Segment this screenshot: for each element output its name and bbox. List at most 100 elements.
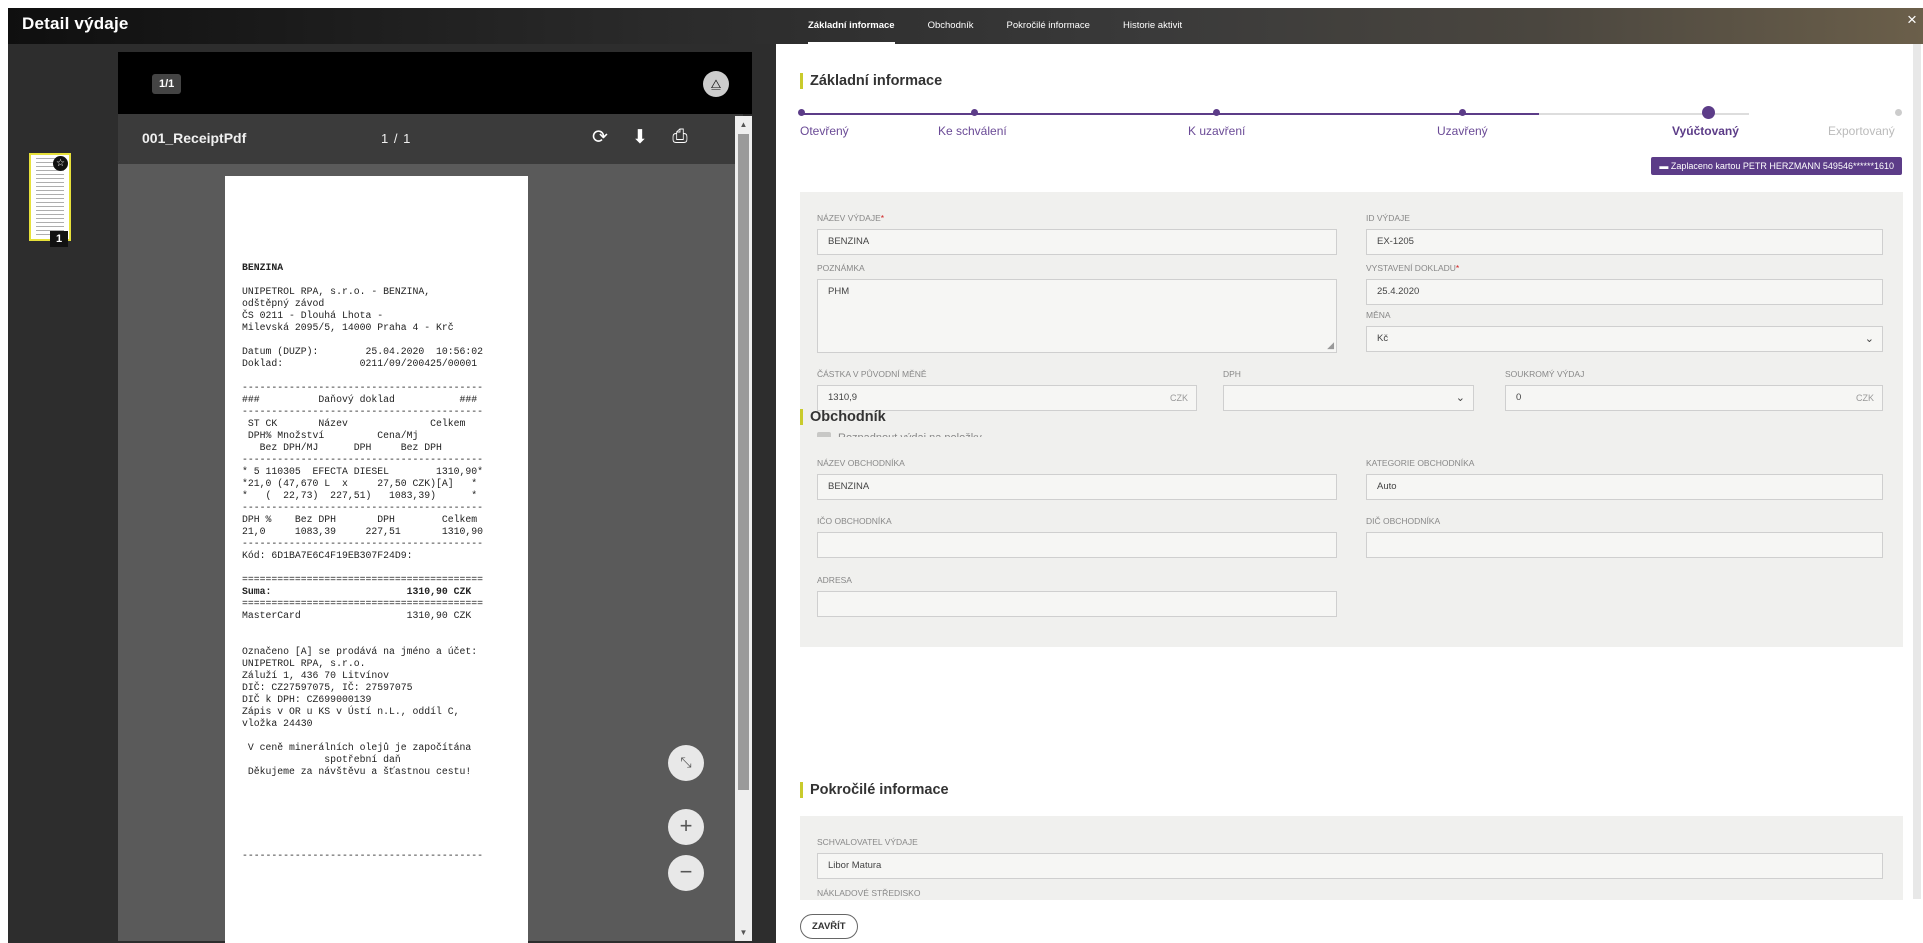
tab-bar: Základní informace Obchodník Pokročilé i… xyxy=(808,8,1215,44)
tab-advanced-info[interactable]: Pokročilé informace xyxy=(1007,8,1090,44)
merchant-name-input[interactable]: BENZINA xyxy=(817,474,1337,500)
receipt-line: ----------------------------------------… xyxy=(242,382,484,393)
receipt-page: BENZINA UNIPETROL RPA, s.r.o. - BENZINA,… xyxy=(225,176,528,943)
currency-select[interactable]: Kč ⌄ xyxy=(1366,326,1883,352)
expense-name-label-text: NÁZEV VÝDAJE xyxy=(817,213,881,223)
currency-label: MĚNA xyxy=(1366,310,1391,320)
merchant-dic-label: DIČ OBCHODNÍKA xyxy=(1366,516,1441,526)
receipt-line: *21,0 (47,670 L x 27,50 CZK)[A] * xyxy=(242,478,478,489)
receipt-line xyxy=(242,802,483,814)
pdf-toolbar: 001_ReceiptPdf 1 / 1 ⟳ ⬇ ⎙ xyxy=(118,114,743,164)
tab-activity-history[interactable]: Historie aktivit xyxy=(1123,8,1182,44)
receipt-line xyxy=(242,634,483,646)
receipt-line: Bez DPH/MJ DPH Bez DPH xyxy=(242,442,442,453)
amount-currency-suffix: CZK xyxy=(1170,393,1188,403)
private-expense-label: SOUKROMÝ VÝDAJ xyxy=(1505,369,1585,379)
receipt-line xyxy=(242,838,483,850)
merchant-panel: NÁZEV OBCHODNÍKA BENZINA KATEGORIE OBCHO… xyxy=(800,437,1903,647)
receipt-line: Suma: 1310,90 CZK xyxy=(242,586,472,597)
issue-date-input[interactable]: 25.4.2020 xyxy=(1366,279,1883,305)
receipt-line: spotřební daň xyxy=(242,754,401,765)
receipt-line: Milevská 2095/5, 14000 Praha 4 - Krč xyxy=(242,322,454,333)
receipt-line: DPH % Bez DPH DPH Celkem xyxy=(242,514,478,525)
print-icon[interactable]: ⎙ xyxy=(669,126,691,148)
scroll-down-icon[interactable]: ▼ xyxy=(735,928,752,937)
pdf-file-name: 001_ReceiptPdf xyxy=(142,130,247,146)
private-currency-suffix: CZK xyxy=(1856,393,1874,403)
fit-page-icon[interactable]: ⤡ xyxy=(668,745,704,781)
receipt-line: ----------------------------------------… xyxy=(242,538,484,549)
star-icon[interactable]: ☆ xyxy=(53,156,68,171)
vat-select[interactable]: ⌄ xyxy=(1223,385,1474,411)
receipt-line: DIČ: CZ27597075, IČ: 27597075 xyxy=(242,682,413,693)
amount-value: 1310,9 xyxy=(828,392,858,403)
receipt-line: ST CK Název Celkem xyxy=(242,418,466,429)
receipt-line: * ( 22,73) 227,51) 1083,39) * xyxy=(242,490,478,501)
receipt-line: Datum (DUZP): 25.04.2020 10:56:02 xyxy=(242,346,484,357)
receipt-line: ----------------------------------------… xyxy=(242,406,484,417)
expense-form: Základní informace Otevřený Ke schválení… xyxy=(776,44,1923,943)
zoom-in-button[interactable]: + xyxy=(668,809,704,845)
form-scrollbar[interactable] xyxy=(1913,44,1921,899)
receipt-line: ========================================… xyxy=(242,598,484,609)
viewer-toolbar: 1/1 ⧋ xyxy=(118,52,752,114)
issue-date-label-text: VYSTAVENÍ DOKLADU xyxy=(1366,263,1456,273)
amount-input[interactable]: 1310,9 CZK xyxy=(817,385,1197,411)
document-viewer: ☆ 1 1/1 ⧋ 001_ReceiptPdf 1 / 1 ⟳ ⬇ ⎙ ▲ ▼… xyxy=(8,44,776,943)
receipt-text: BENZINA UNIPETROL RPA, s.r.o. - BENZINA,… xyxy=(242,262,483,862)
issue-date-label: VYSTAVENÍ DOKLADU* xyxy=(1366,263,1459,273)
expense-name-input[interactable]: BENZINA xyxy=(817,229,1337,255)
card-icon: ▬ xyxy=(1659,161,1671,171)
page-title: Detail výdaje xyxy=(22,14,129,33)
receipt-line xyxy=(242,814,483,826)
zoom-out-button[interactable]: − xyxy=(668,855,704,891)
receipt-line: odštěpný závod xyxy=(242,298,325,309)
page-thumbnail[interactable]: ☆ xyxy=(29,153,71,241)
approver-input[interactable]: Libor Matura xyxy=(817,853,1883,879)
receipt-line: BENZINA xyxy=(242,262,284,273)
receipt-line: ----------------------------------------… xyxy=(242,502,484,513)
drive-icon[interactable]: ⧋ xyxy=(703,71,729,97)
receipt-line xyxy=(242,730,483,742)
merchant-category-input[interactable]: Auto xyxy=(1366,474,1883,500)
required-mark: * xyxy=(880,213,885,223)
receipt-line: 21,0 1083,39 227,51 1310,90 xyxy=(242,526,484,537)
form-footer: ZAVŘÍT xyxy=(776,900,1923,943)
receipt-line: DPH% Množství Cena/Mj xyxy=(242,430,419,441)
close-button[interactable]: ZAVŘÍT xyxy=(800,914,858,939)
pdf-scrollbar[interactable]: ▲ ▼ xyxy=(735,116,752,941)
receipt-line xyxy=(242,778,483,790)
step-dot-open xyxy=(798,109,805,116)
note-textarea[interactable]: PHM ◢ xyxy=(817,279,1337,353)
amount-label: ČÁSTKA V PŮVODNÍ MĚNĚ xyxy=(817,369,927,379)
expense-id-input[interactable]: EX-1205 xyxy=(1366,229,1883,255)
receipt-line: MasterCard 1310,90 CZK xyxy=(242,610,472,621)
merchant-ico-input[interactable] xyxy=(817,532,1337,558)
required-mark: * xyxy=(1455,263,1460,273)
receipt-line xyxy=(242,562,483,574)
step-open: Otevřený xyxy=(800,124,849,138)
chevron-down-icon: ⌄ xyxy=(1455,392,1465,404)
expense-id-label: ID VÝDAJE xyxy=(1366,213,1410,223)
private-expense-input[interactable]: 0 CZK xyxy=(1505,385,1883,411)
receipt-line: UNIPETROL RPA, s.r.o. xyxy=(242,658,366,669)
address-label: ADRESA xyxy=(817,575,852,585)
step-dot-approval xyxy=(971,109,978,116)
private-expense-value: 0 xyxy=(1516,392,1522,403)
vat-label: DPH xyxy=(1223,369,1241,379)
step-exported: Exportovaný xyxy=(1828,124,1895,138)
resize-grip-icon[interactable]: ◢ xyxy=(1327,340,1334,351)
scrollbar-thumb[interactable] xyxy=(738,134,749,790)
tab-merchant[interactable]: Obchodník xyxy=(928,8,974,44)
close-icon[interactable]: × xyxy=(1903,10,1921,30)
merchant-category-label: KATEGORIE OBCHODNÍKA xyxy=(1366,458,1475,468)
rotate-icon[interactable]: ⟳ xyxy=(589,126,611,149)
scroll-up-icon[interactable]: ▲ xyxy=(735,120,752,129)
tab-basic-info[interactable]: Základní informace xyxy=(808,8,895,44)
expense-name-label: NÁZEV VÝDAJE* xyxy=(817,213,884,223)
merchant-dic-input[interactable] xyxy=(1366,532,1883,558)
section-title-merchant: Obchodník xyxy=(800,409,886,425)
download-icon[interactable]: ⬇ xyxy=(629,126,651,149)
address-input[interactable] xyxy=(817,591,1337,617)
approver-label: SCHVALOVATEL VÝDAJE xyxy=(817,837,918,847)
